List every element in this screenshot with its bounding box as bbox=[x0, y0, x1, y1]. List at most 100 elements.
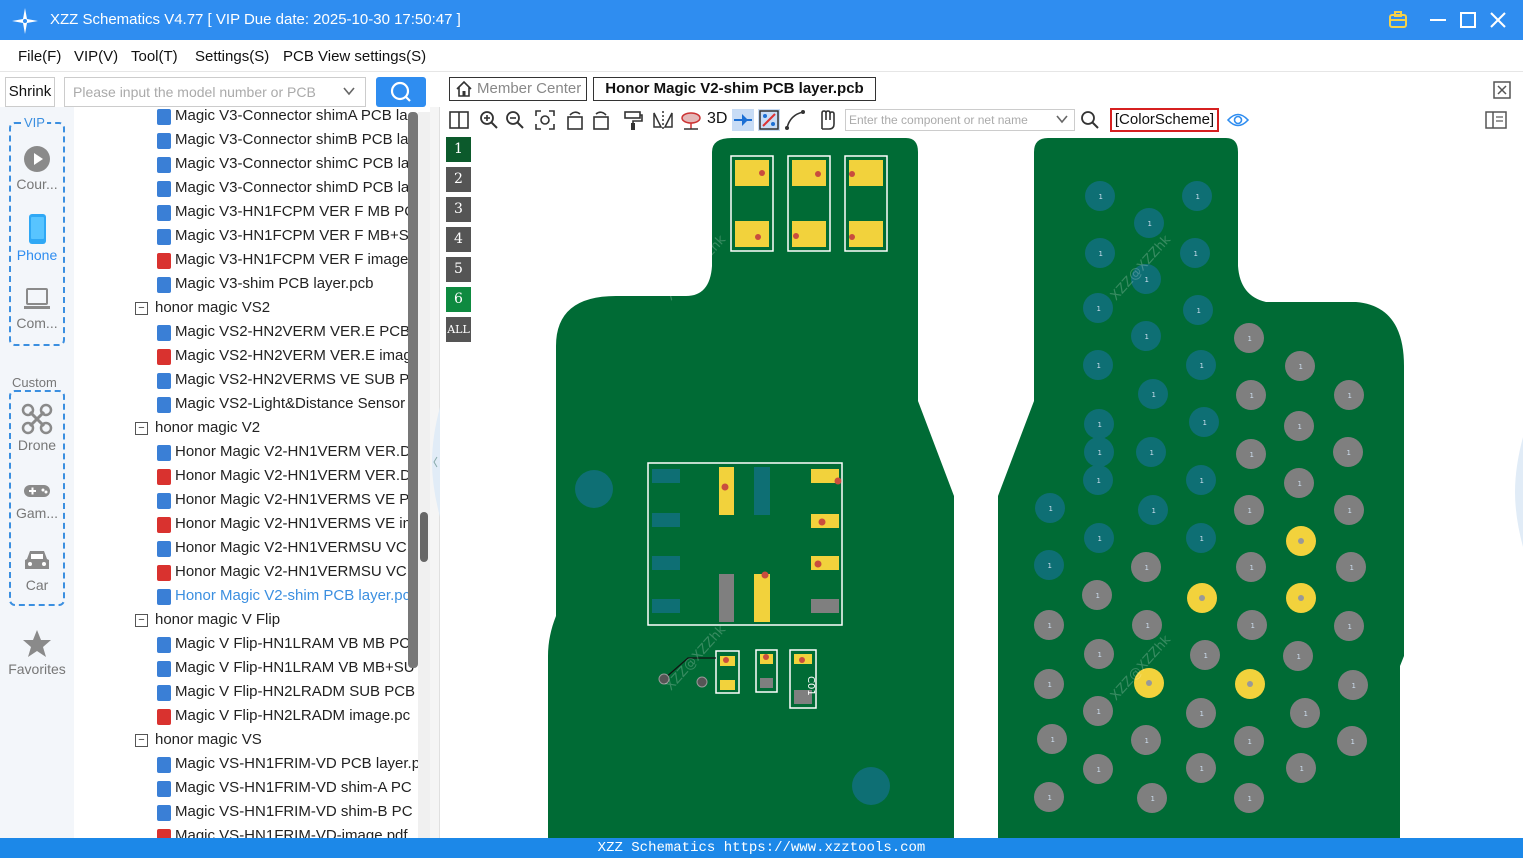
layer-button-1[interactable]: 1 bbox=[446, 137, 471, 162]
tree-file-row[interactable]: Magic V Flip-HN2LRADM SUB PCB bbox=[74, 681, 415, 705]
via-dot[interactable] bbox=[815, 171, 821, 177]
menu-pcb-view-settings[interactable]: PCB View settings(S) bbox=[283, 48, 426, 65]
tree-file-row[interactable]: Magic V3-Connector shimB PCB la bbox=[74, 129, 408, 153]
test-point-pad[interactable] bbox=[575, 470, 613, 508]
via-dot[interactable] bbox=[1298, 595, 1304, 601]
tree-file-row[interactable]: Magic V3-Connector shimA PCB la bbox=[74, 107, 408, 129]
collapse-toggle-icon[interactable]: − bbox=[135, 422, 148, 435]
panel-splitter[interactable] bbox=[430, 107, 440, 838]
via-dot[interactable] bbox=[755, 234, 761, 240]
menu-tool[interactable]: Tool(T) bbox=[131, 48, 178, 65]
tree-group-row[interactable]: − honor magic V2 bbox=[74, 417, 408, 441]
briefcase-icon[interactable] bbox=[1386, 8, 1410, 32]
via-dot[interactable] bbox=[834, 477, 842, 485]
ic-pad[interactable] bbox=[754, 574, 770, 622]
smd-pad[interactable] bbox=[735, 221, 769, 247]
rotate-left-icon[interactable] bbox=[564, 109, 586, 131]
tree-file-row[interactable]: Magic V3-Connector shimC PCB la bbox=[74, 153, 409, 177]
tree-file-row[interactable]: Honor Magic V2-HN1VERMS VE P( bbox=[74, 489, 414, 513]
smd-pad[interactable] bbox=[792, 160, 826, 186]
component-search-input[interactable] bbox=[845, 109, 1075, 131]
chevron-down-icon[interactable] bbox=[1055, 112, 1069, 126]
fit-view-icon[interactable] bbox=[534, 109, 556, 131]
nav-drone[interactable]: Drone bbox=[0, 403, 74, 453]
shrink-button[interactable]: Shrink bbox=[5, 77, 55, 107]
layer-button-4[interactable]: 4 bbox=[446, 227, 471, 252]
tree-file-row[interactable]: Magic V3-HN1FCPM VER F image.p bbox=[74, 249, 421, 273]
tree-file-row[interactable]: Magic VS2-HN2VERM VER.E PCB la bbox=[74, 321, 426, 345]
ic-pad[interactable] bbox=[652, 513, 680, 527]
paint-roller-icon[interactable] bbox=[622, 109, 644, 131]
via-dot[interactable] bbox=[696, 676, 708, 688]
eye-icon[interactable] bbox=[1227, 109, 1249, 131]
zoom-out-icon[interactable] bbox=[504, 109, 526, 131]
via-dot[interactable] bbox=[799, 657, 805, 663]
collapse-left-icon[interactable] bbox=[430, 107, 440, 838]
rotate-right-icon[interactable] bbox=[590, 109, 612, 131]
tree-file-row[interactable]: Magic VS-HN1FRIM-VD-image.pdf bbox=[74, 825, 408, 838]
via-dot[interactable] bbox=[761, 571, 769, 579]
via-dot[interactable] bbox=[1146, 680, 1152, 686]
collapse-toggle-icon[interactable]: − bbox=[135, 614, 148, 627]
collapse-toggle-icon[interactable]: − bbox=[135, 302, 148, 315]
nav-car[interactable]: Car bbox=[0, 545, 74, 593]
flip-board-icon[interactable] bbox=[680, 109, 702, 131]
tree-file-row[interactable]: Magic V3-HN1FCPM VER F MB+SU bbox=[74, 225, 420, 249]
minimize-icon[interactable] bbox=[1426, 8, 1450, 32]
via-dot[interactable] bbox=[721, 483, 729, 491]
tree-left-scrollbar[interactable] bbox=[408, 112, 418, 668]
search-button[interactable] bbox=[376, 77, 426, 107]
layer-button-6[interactable]: 6 bbox=[446, 287, 471, 312]
layer-button-3[interactable]: 3 bbox=[446, 197, 471, 222]
3d-view-button[interactable]: 3D bbox=[707, 110, 727, 128]
find-component-icon[interactable] bbox=[1079, 109, 1101, 131]
ic-pad[interactable] bbox=[811, 599, 839, 613]
tree-scrollbar-thumb[interactable] bbox=[420, 512, 428, 562]
chevron-down-icon[interactable] bbox=[342, 84, 356, 98]
mirror-icon[interactable] bbox=[652, 109, 674, 131]
tree-file-row[interactable]: Magic V Flip-HN2LRADM image.pc bbox=[74, 705, 410, 729]
color-scheme-button[interactable]: [ColorScheme] bbox=[1110, 108, 1219, 132]
menu-settings[interactable]: Settings(S) bbox=[195, 48, 269, 65]
ic-pad[interactable] bbox=[754, 467, 770, 515]
maximize-icon[interactable] bbox=[1456, 8, 1480, 32]
via-dot[interactable] bbox=[723, 657, 729, 663]
via-dot[interactable] bbox=[759, 170, 765, 176]
tree-file-row[interactable]: Magic VS-HN1FRIM-VD PCB layer.p bbox=[74, 753, 420, 777]
tree-file-row[interactable]: Honor Magic V2-HN1VERM VER.D bbox=[74, 441, 411, 465]
layer-button-all[interactable]: ALL bbox=[446, 317, 471, 342]
via-dot[interactable] bbox=[1298, 538, 1304, 544]
side-panel-icon[interactable] bbox=[1485, 109, 1507, 131]
smd-pad[interactable] bbox=[720, 680, 735, 690]
close-all-tabs-icon[interactable] bbox=[1492, 80, 1512, 100]
tree-file-row[interactable]: Magic V Flip-HN1LRAM VB MB+SU bbox=[74, 657, 415, 681]
pcb-drawing[interactable]: C01 1 1 1 1 1 1 1 1 1 1 1 1 1 1 1 1 1 1 1 1 1 1 1 1 1 1 1 1 1 1 1 1 1 1 1 1 1… bbox=[476, 136, 1523, 838]
ic-pad[interactable] bbox=[652, 599, 680, 613]
tree-file-row[interactable]: Honor Magic V2-HN1VERMSU VC bbox=[74, 561, 408, 585]
tree-file-row[interactable]: Magic V3-Connector shimD PCB la bbox=[74, 177, 409, 201]
menu-file[interactable]: File(F) bbox=[18, 48, 61, 65]
collapse-toggle-icon[interactable]: − bbox=[135, 734, 148, 747]
tree-file-row[interactable]: Magic VS2-HN2VERM VER.E image bbox=[74, 345, 420, 369]
tree-file-row[interactable]: Magic V3-HN1FCPM VER F MB PCI bbox=[74, 201, 419, 225]
ic-pad[interactable] bbox=[719, 467, 734, 515]
via-dot[interactable] bbox=[814, 560, 822, 568]
tree-file-row[interactable]: Honor Magic V2-HN1VERMSU VC bbox=[74, 537, 408, 561]
zoom-in-icon[interactable] bbox=[478, 109, 500, 131]
layer-button-5[interactable]: 5 bbox=[446, 257, 471, 282]
layer-button-2[interactable]: 2 bbox=[446, 167, 471, 192]
ic-pad[interactable] bbox=[652, 469, 680, 483]
tree-group-row[interactable]: − honor magic VS bbox=[74, 729, 408, 753]
via-dot[interactable] bbox=[849, 234, 855, 240]
via-dot[interactable] bbox=[1247, 681, 1253, 687]
nav-courses[interactable]: Cour... bbox=[0, 144, 74, 192]
nav-computer[interactable]: Com... bbox=[0, 285, 74, 331]
nav-favorites[interactable]: Favorites bbox=[0, 629, 74, 677]
tree-group-row[interactable]: − honor magic V Flip bbox=[74, 609, 408, 633]
tree-file-row[interactable]: Magic VS-HN1FRIM-VD shim-B PC bbox=[74, 801, 413, 825]
trace-route-icon[interactable] bbox=[784, 109, 806, 131]
tree-file-row[interactable]: Magic VS2-HN2VERMS VE SUB PCI bbox=[74, 369, 424, 393]
tree-file-row[interactable]: Honor Magic V2-HN1VERMS VE in bbox=[74, 513, 411, 537]
via-dot[interactable] bbox=[818, 518, 826, 526]
menu-vip[interactable]: VIP(V) bbox=[74, 48, 118, 65]
